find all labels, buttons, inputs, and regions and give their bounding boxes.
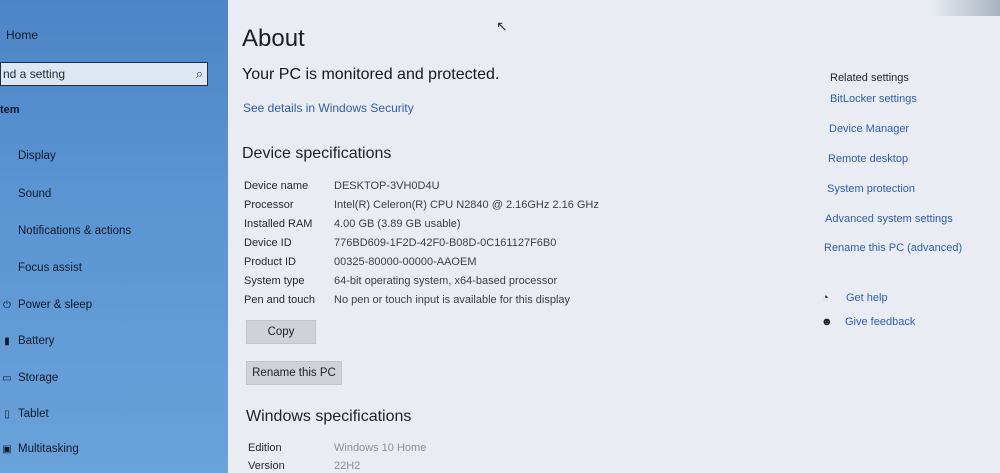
spec-label: Processor [244,199,294,211]
related-settings-heading: Related settings [830,72,909,84]
sidebar-item-label: Display [18,150,56,162]
windows-security-link[interactable]: See details in Windows Security [243,101,414,115]
sidebar-item-multitasking[interactable]: ▣ Multitasking [2,443,79,455]
remote-desktop-link[interactable]: Remote desktop [828,153,908,165]
spec-row: Product ID 00325-80000-00000-AAOEM [244,256,476,268]
sidebar-item-label: Battery [18,335,55,347]
system-protection-link[interactable]: System protection [827,183,915,195]
sidebar-item-storage[interactable]: ▭ Storage [2,372,58,384]
spec-label: Device ID [244,237,292,249]
window-corner [930,0,1000,16]
spec-value: 776BD609-1F2D-42F0-B08D-0C161127F6B0 [334,237,557,249]
spec-label: Product ID [244,256,296,268]
spec-value: 64-bit operating system, x64-based proce… [334,275,558,287]
spec-row: Version 22H2 [248,460,360,472]
copy-button[interactable]: Copy [246,320,316,344]
sidebar-section-title: tem [0,104,20,116]
spec-value: Intel(R) Celeron(R) CPU N2840 @ 2.16GHz … [334,199,599,211]
help-chat-icon: ◔ [822,292,829,304]
sidebar-item-label: Focus assist [18,262,82,274]
rename-pc-advanced-link[interactable]: Rename this PC (advanced) [824,242,962,254]
spec-value: DESKTOP-3VH0D4U [334,180,440,192]
feedback-icon: ☻ [821,316,833,328]
sidebar-item-battery[interactable]: ▮ Battery [2,335,54,347]
protection-status: Your PC is monitored and protected. [242,66,500,83]
give-feedback-link[interactable]: ☻ Give feedback [821,316,915,328]
search-icon[interactable]: ⌕ [196,66,203,82]
sidebar: Home nd a setting ⌕ tem Display Sound No… [0,0,228,473]
spec-label: Installed RAM [244,218,313,230]
mouse-cursor-icon: ↖ [496,18,508,34]
spec-row: Processor Intel(R) Celeron(R) CPU N2840 … [244,199,599,211]
battery-icon: ▮ [4,335,10,347]
power-icon: ⏻ [3,299,11,311]
spec-row: Edition Windows 10 Home [248,442,426,454]
spec-row: Pen and touch No pen or touch input is a… [244,294,570,306]
spec-label: System type [244,275,305,287]
page-title: About [242,25,305,52]
get-help-label: Get help [846,292,888,304]
sidebar-item-focus-assist[interactable]: Focus assist [2,262,82,274]
sidebar-item-label: Storage [18,372,59,384]
advanced-system-settings-link[interactable]: Advanced system settings [825,213,953,225]
sidebar-home-link[interactable]: Home [6,28,38,42]
spec-label: Device name [244,180,309,192]
device-manager-link[interactable]: Device Manager [829,123,909,135]
spec-label: Pen and touch [244,294,315,306]
search-placeholder: nd a setting [3,67,66,81]
spec-label: Version [248,460,285,472]
get-help-link[interactable]: ◔ Get help [822,292,888,304]
sidebar-item-display[interactable]: Display [2,150,56,162]
spec-value: Windows 10 Home [334,442,427,454]
spec-row: Device ID 776BD609-1F2D-42F0-B08D-0C1611… [244,237,556,249]
sidebar-item-notifications[interactable]: Notifications & actions [2,225,131,237]
give-feedback-label: Give feedback [845,316,916,328]
spec-row: System type 64-bit operating system, x64… [244,275,557,287]
sidebar-item-label: Notifications & actions [18,225,132,237]
multitasking-icon: ▣ [2,443,12,455]
device-specs-heading: Device specifications [242,145,392,162]
spec-value: No pen or touch input is available for t… [334,294,571,306]
main-content: About ↖ Your PC is monitored and protect… [228,0,1000,473]
sidebar-item-label: Multitasking [18,443,79,455]
sidebar-item-label: Tablet [18,408,49,420]
sidebar-item-power-sleep[interactable]: ⏻ Power & sleep [2,299,92,311]
search-input[interactable]: nd a setting ⌕ [0,62,208,86]
bitlocker-settings-link[interactable]: BitLocker settings [830,93,917,105]
windows-specs-heading: Windows specifications [246,408,412,425]
spec-row: Device name DESKTOP-3VH0D4U [244,180,440,192]
rename-pc-button[interactable]: Rename this PC [246,361,342,385]
tablet-icon: ▯ [4,408,10,420]
spec-row: Installed RAM 4.00 GB (3.89 GB usable) [244,218,461,230]
sidebar-item-label: Sound [18,188,52,200]
spec-value: 22H2 [334,460,361,472]
sidebar-item-sound[interactable]: Sound [2,188,51,200]
spec-label: Edition [248,442,282,454]
spec-value: 00325-80000-00000-AAOEM [334,256,477,268]
sidebar-item-label: Power & sleep [18,299,93,311]
spec-value: 4.00 GB (3.89 GB usable) [334,218,461,230]
sidebar-item-tablet[interactable]: ▯ Tablet [2,408,49,420]
storage-icon: ▭ [2,372,12,384]
